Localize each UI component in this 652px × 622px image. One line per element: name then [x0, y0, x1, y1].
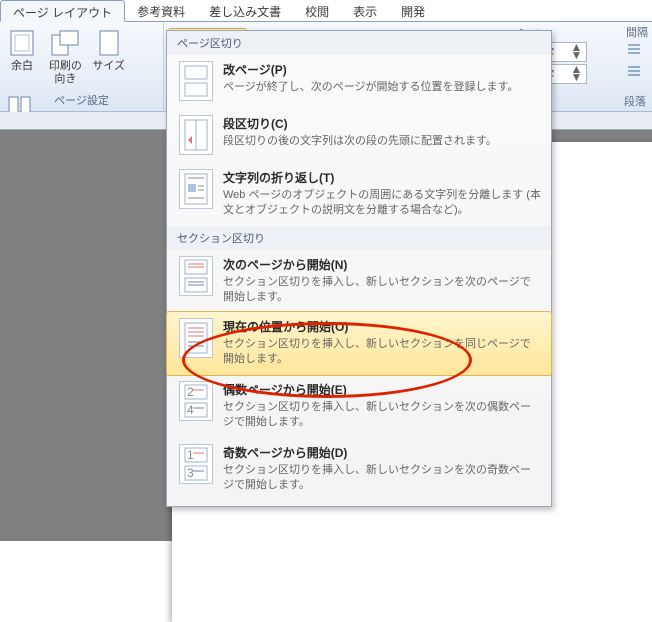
- tab-developer[interactable]: 開発: [389, 0, 437, 21]
- size-label: サイズ: [92, 60, 125, 73]
- dd-item-text-wrap[interactable]: 文字列の折り返し(T) Web ページのオブジェクトの周囲にある文字列を分離します…: [167, 163, 551, 226]
- text-wrap-icon: [179, 169, 213, 209]
- tab-review[interactable]: 校閲: [293, 0, 341, 21]
- tab-mailings[interactable]: 差し込み文書: [197, 0, 293, 21]
- dd-desc: 段区切りの後の文字列は次の段の先頭に配置されます。: [223, 134, 497, 149]
- margins-icon: [7, 28, 37, 58]
- dd-item-page-break[interactable]: 改ページ(P) ページが終了し、次のページが開始する位置を登録します。: [167, 55, 551, 109]
- size-button[interactable]: サイズ: [89, 28, 129, 94]
- orientation-icon: [50, 28, 80, 58]
- section-odd-page-icon: 13: [179, 444, 213, 484]
- column-break-icon: [179, 115, 213, 155]
- group-paragraph-label: 段落: [624, 93, 646, 109]
- dd-item-even-page[interactable]: 24 偶数ページから開始(E)セクション区切りを挿入し、新しいセクションを次の偶…: [167, 375, 551, 438]
- dd-title: 次のページから開始(N): [223, 256, 541, 273]
- dd-title: 文字列の折り返し(T): [223, 169, 541, 186]
- spacing-group-label: 間隔: [626, 24, 648, 40]
- orientation-label: 印刷の 向き: [49, 60, 82, 85]
- dd-title: 改ページ(P): [223, 61, 518, 78]
- dd-item-next-page[interactable]: 次のページから開始(N) セクション区切りを挿入し、新しいセクションを次のページで…: [167, 250, 551, 313]
- svg-text:1: 1: [187, 448, 194, 462]
- dd-item-continuous[interactable]: 現在の位置から開始(O) セクション区切りを挿入し、新しいセクションを同じページで…: [166, 311, 552, 376]
- tab-references[interactable]: 参考資料: [125, 0, 197, 21]
- group-page-setup-label: ページ設定: [0, 92, 163, 108]
- spacing-before-icon: [626, 42, 642, 56]
- dd-item-column-break[interactable]: 段区切り(C) 段区切りの後の文字列は次の段の先頭に配置されます。: [167, 109, 551, 163]
- tab-page-layout[interactable]: ページ レイアウト: [0, 0, 125, 22]
- dd-header-section-breaks: セクション区切り: [167, 226, 551, 250]
- spinner-down-icon[interactable]: ▼: [570, 74, 582, 82]
- spinner-down-icon[interactable]: ▼: [570, 52, 582, 60]
- margins-label: 余白: [11, 60, 33, 73]
- dd-header-page-breaks: ページ区切り: [167, 31, 551, 55]
- dd-desc: セクション区切りを挿入し、新しいセクションを次の奇数ページで開始します。: [223, 463, 541, 493]
- dd-item-odd-page[interactable]: 13 奇数ページから開始(D)セクション区切りを挿入し、新しいセクションを次の奇…: [167, 438, 551, 501]
- svg-text:3: 3: [187, 466, 194, 480]
- dd-title: 奇数ページから開始(D): [223, 444, 541, 461]
- svg-text:4: 4: [187, 403, 194, 417]
- page-break-icon: [179, 61, 213, 101]
- dd-title: 段区切り(C): [223, 115, 497, 132]
- breaks-dropdown-menu: ページ区切り 改ページ(P) ページが終了し、次のページが開始する位置を登録します…: [166, 30, 552, 507]
- dd-desc: セクション区切りを挿入し、新しいセクションを同じページで開始します。: [223, 337, 541, 367]
- dd-desc: セクション区切りを挿入し、新しいセクションを次のページで開始します。: [223, 275, 541, 305]
- ribbon-tabs: ページ レイアウト 参考資料 差し込み文書 校閲 表示 開発: [0, 0, 652, 22]
- section-next-page-icon: [179, 256, 213, 296]
- section-even-page-icon: 24: [179, 381, 213, 421]
- margins-button[interactable]: 余白: [2, 28, 42, 94]
- svg-text:2: 2: [187, 385, 194, 399]
- dd-desc: Web ページのオブジェクトの周囲にある文字列を分離します (本文とオブジェクト…: [223, 188, 541, 218]
- section-continuous-icon: [179, 318, 213, 358]
- orientation-button[interactable]: 印刷の 向き: [45, 28, 85, 94]
- spacing-after-icon: [626, 64, 642, 78]
- dd-title: 偶数ページから開始(E): [223, 381, 541, 398]
- dd-title: 現在の位置から開始(O): [223, 318, 541, 335]
- size-icon: [94, 28, 124, 58]
- dd-desc: ページが終了し、次のページが開始する位置を登録します。: [223, 80, 518, 95]
- dd-desc: セクション区切りを挿入し、新しいセクションを次の偶数ページで開始します。: [223, 400, 541, 430]
- tab-view[interactable]: 表示: [341, 0, 389, 21]
